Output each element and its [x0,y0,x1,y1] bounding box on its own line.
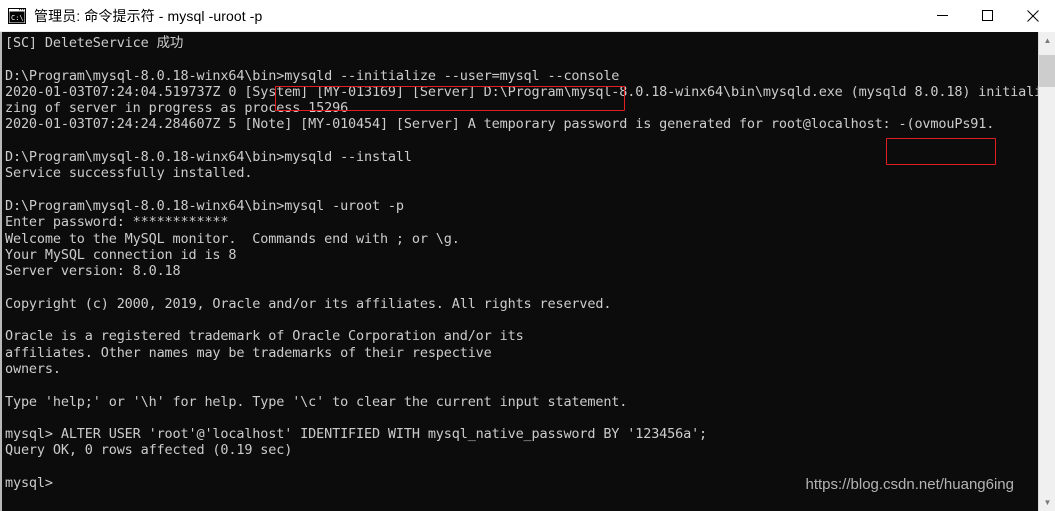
console-line: zing of server in progress as process 15… [5,100,349,117]
console-line: D:\Program\mysql-8.0.18-winx64\bin>mysql… [5,149,412,166]
close-button[interactable] [1010,0,1055,32]
maximize-button[interactable] [965,0,1010,32]
console-line: 2020-01-03T07:24:24.284607Z 5 [Note] [MY… [5,116,995,133]
svg-text:C:\: C:\ [11,14,24,22]
title-bar[interactable]: C:\ 管理员: 命令提示符 - mysql -uroot -p [0,0,1055,32]
console-text: [SC] DeleteService 成功 D:\Program\mysql-8… [2,35,1038,491]
console-line: Your MySQL connection id is 8 [5,246,237,263]
scrollbar-track[interactable] [1039,49,1055,494]
console-line: Copyright (c) 2000, 2019, Oracle and/or … [5,295,612,312]
command-prompt-window: C:\ 管理员: 命令提示符 - mysql -uroot -p [SC] De… [0,0,1055,511]
console-line: Oracle is a registered trademark of Orac… [5,328,524,345]
console-line: Welcome to the MySQL monitor. Commands e… [5,230,460,247]
console-line: Enter password: ************ [5,214,229,231]
console-line: mysql> ALTER USER 'root'@'localhost' IDE… [5,426,708,443]
console-line: D:\Program\mysql-8.0.18-winx64\bin>mysql… [5,197,404,214]
console-line: 2020-01-03T07:24:04.519737Z 0 [System] [… [5,83,1038,100]
console-line: Query OK, 0 rows affected (0.19 sec) [5,442,293,459]
console-line: affiliates. Other names may be trademark… [5,344,492,361]
scroll-down-arrow-icon[interactable]: ▼ [1039,494,1055,511]
console-body: [SC] DeleteService 成功 D:\Program\mysql-8… [0,32,1055,511]
cmd-console-icon: C:\ [8,7,26,24]
console-line: Server version: 8.0.18 [5,263,181,280]
watermark: https://blog.csdn.net/huang6ing [805,476,1015,493]
console-output-area[interactable]: [SC] DeleteService 成功 D:\Program\mysql-8… [0,32,1038,511]
console-line: D:\Program\mysql-8.0.18-winx64\bin>mysql… [5,67,620,84]
window-title: 管理员: 命令提示符 - mysql -uroot -p [34,7,263,24]
scrollbar-thumb[interactable] [1039,55,1055,87]
console-line: [SC] DeleteService 成功 [5,35,184,51]
scroll-up-arrow-icon[interactable]: ▲ [1039,32,1055,49]
window-controls [920,0,1055,32]
minimize-button[interactable] [920,0,965,32]
console-line: owners. [5,360,61,377]
console-line: Service successfully installed. [5,165,253,182]
vertical-scrollbar[interactable]: ▲ ▼ [1038,32,1055,511]
console-line: Type 'help;' or '\h' for help. Type '\c'… [5,393,628,410]
